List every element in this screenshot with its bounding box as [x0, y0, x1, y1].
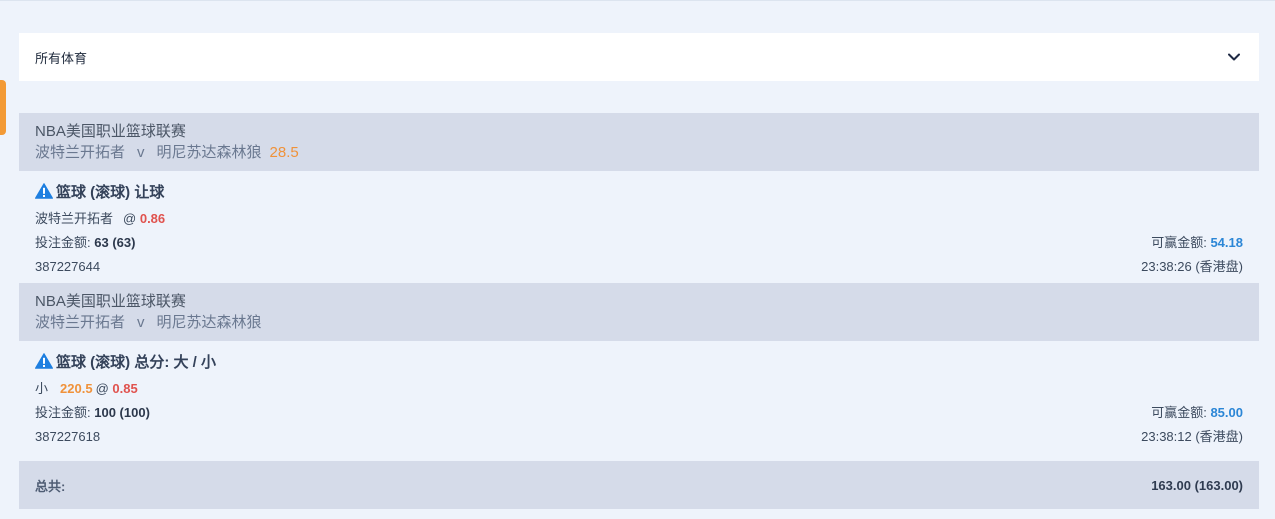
warning-icon: [35, 353, 53, 369]
ticket-id: 387227618: [35, 429, 101, 444]
match-teams: 波特兰开拓者 v 明尼苏达森林狼 28.5: [35, 142, 1243, 164]
versus-label: v: [137, 314, 145, 331]
bet-details: 篮球 (滚球) 让球 波特兰开拓者 @ 0.86 投注金额: 63 (63) 可赢…: [19, 171, 1259, 283]
top-divider: [0, 0, 1275, 1]
bet-type: 篮球 (滚球) 总分: 大 / 小: [56, 353, 216, 371]
bet-details: 篮球 (滚球) 总分: 大 / 小 小 220.5 @ 0.85 投注金额: 100…: [19, 341, 1259, 453]
selection: 波特兰开拓者: [35, 211, 114, 226]
versus-label: v: [137, 144, 145, 161]
bet-card: NBA美国职业篮球联赛 波特兰开拓者 v 明尼苏达森林狼 篮球 (滚球) 总分: 大…: [19, 283, 1259, 453]
bet-card: NBA美国职业篮球联赛 波特兰开拓者 v 明尼苏达森林狼 28.5 篮球 (滚球) 让…: [19, 113, 1259, 283]
away-team: 明尼苏达森林狼: [156, 314, 262, 331]
win-label: 可赢金额:: [1151, 235, 1207, 250]
handicap-line: 28.5: [269, 144, 299, 161]
sport-filter-label: 所有体育: [35, 50, 88, 66]
home-team: 波特兰开拓者: [35, 314, 126, 331]
selection-row: 波特兰开拓者 @ 0.86: [35, 207, 1243, 231]
ticket-row: 387227618 23:38:12 (香港盘): [35, 425, 1243, 449]
odds: 0.85: [112, 381, 138, 396]
bet-type-row: 篮球 (滚球) 让球: [35, 180, 1243, 202]
at-symbol: @: [123, 211, 137, 226]
stake-label: 投注金额:: [35, 235, 91, 250]
at-symbol: @: [95, 381, 109, 396]
total-line: 220.5: [60, 381, 93, 396]
home-team: 波特兰开拓者: [35, 144, 126, 161]
stake-row: 投注金额: 63 (63) 可赢金额: 54.18: [35, 231, 1243, 255]
side-drawer-tab[interactable]: [0, 80, 6, 135]
odds: 0.86: [139, 211, 166, 226]
stake-amount: 63 (63): [94, 235, 136, 250]
ticket-row: 387227644 23:38:26 (香港盘): [35, 255, 1243, 279]
win-amount: 54.18: [1210, 235, 1243, 250]
total-amount: 163.00 (163.00): [1151, 477, 1243, 493]
selection: 小: [35, 381, 49, 396]
league-name: NBA美国职业篮球联赛: [35, 293, 186, 310]
away-team: 明尼苏达森林狼: [156, 144, 262, 161]
stake-row: 投注金额: 100 (100) 可赢金额: 85.00: [35, 401, 1243, 425]
sport-filter-dropdown[interactable]: 所有体育: [19, 33, 1259, 81]
bet-header: NBA美国职业篮球联赛 波特兰开拓者 v 明尼苏达森林狼 28.5: [19, 113, 1259, 171]
bet-time: 23:38:26 (香港盘): [1141, 259, 1243, 274]
total-summary: 总共: 163.00 (163.00): [19, 461, 1259, 509]
stake-label: 投注金额:: [35, 405, 91, 420]
league-name: NBA美国职业篮球联赛: [35, 123, 186, 140]
chevron-down-icon[interactable]: [1227, 50, 1241, 64]
selection-row: 小 220.5 @ 0.85: [35, 377, 1243, 401]
warning-icon: [35, 183, 53, 199]
ticket-id: 387227644: [35, 259, 101, 274]
match-teams: 波特兰开拓者 v 明尼苏达森林狼: [35, 312, 1243, 334]
bet-time: 23:38:12 (香港盘): [1141, 429, 1243, 444]
win-amount: 85.00: [1210, 405, 1243, 420]
stake-amount: 100 (100): [94, 405, 150, 420]
total-label: 总共:: [35, 478, 66, 494]
bet-type-row: 篮球 (滚球) 总分: 大 / 小: [35, 350, 1243, 372]
bet-type: 篮球 (滚球) 让球: [56, 183, 165, 201]
bet-header: NBA美国职业篮球联赛 波特兰开拓者 v 明尼苏达森林狼: [19, 283, 1259, 341]
win-label: 可赢金额:: [1151, 405, 1207, 420]
